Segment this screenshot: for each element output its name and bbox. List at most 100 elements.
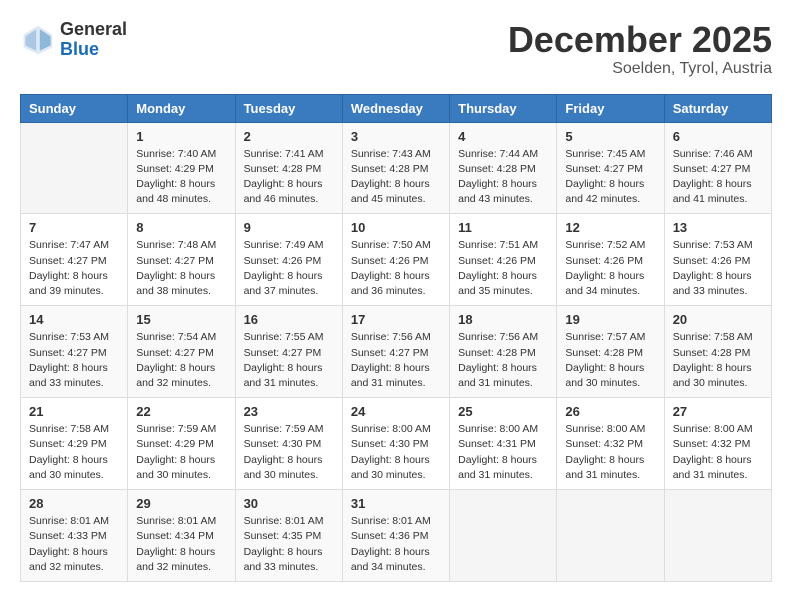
calendar-cell: 22 Sunrise: 7:59 AMSunset: 4:29 PMDayligh… — [128, 398, 235, 490]
month-title: December 2025 — [508, 20, 772, 60]
day-info: Sunrise: 7:57 AMSunset: 4:28 PMDaylight:… — [565, 330, 655, 391]
day-info: Sunrise: 7:50 AMSunset: 4:26 PMDaylight:… — [351, 238, 441, 299]
day-number: 31 — [351, 496, 441, 511]
day-number: 6 — [673, 129, 763, 144]
day-number: 13 — [673, 220, 763, 235]
calendar-cell: 31 Sunrise: 8:01 AMSunset: 4:36 PMDayligh… — [342, 490, 449, 582]
day-number: 21 — [29, 404, 119, 419]
day-info: Sunrise: 8:01 AMSunset: 4:36 PMDaylight:… — [351, 514, 441, 575]
day-number: 15 — [136, 312, 226, 327]
day-info: Sunrise: 7:56 AMSunset: 4:27 PMDaylight:… — [351, 330, 441, 391]
day-info: Sunrise: 7:58 AMSunset: 4:29 PMDaylight:… — [29, 422, 119, 483]
calendar-cell: 16 Sunrise: 7:55 AMSunset: 4:27 PMDayligh… — [235, 306, 342, 398]
day-number: 29 — [136, 496, 226, 511]
calendar-table: SundayMondayTuesdayWednesdayThursdayFrid… — [20, 94, 772, 582]
title-block: December 2025 Soelden, Tyrol, Austria — [508, 20, 772, 78]
calendar-cell: 4 Sunrise: 7:44 AMSunset: 4:28 PMDaylight… — [450, 122, 557, 214]
calendar-cell: 7Sunrise: 7:47 AMSunset: 4:27 PMDaylight… — [21, 214, 128, 306]
calendar-cell: 8 Sunrise: 7:48 AMSunset: 4:27 PMDaylight… — [128, 214, 235, 306]
calendar-header-row: SundayMondayTuesdayWednesdayThursdayFrid… — [21, 94, 772, 122]
day-number: 18 — [458, 312, 548, 327]
calendar-cell: 13 Sunrise: 7:53 AMSunset: 4:26 PMDayligh… — [664, 214, 771, 306]
calendar-week-row: 1Sunrise: 7:40 AMSunset: 4:29 PMDaylight… — [21, 122, 772, 214]
day-info: Sunrise: 8:00 AMSunset: 4:30 PMDaylight:… — [351, 422, 441, 483]
calendar-cell: 20Sunrise: 7:58 AMSunset: 4:28 PMDayligh… — [664, 306, 771, 398]
location: Soelden, Tyrol, Austria — [508, 60, 772, 78]
column-header-monday: Monday — [128, 94, 235, 122]
day-number: 10 — [351, 220, 441, 235]
day-number: 9 — [244, 220, 334, 235]
logo-text: General Blue — [60, 20, 127, 60]
day-number: 16 — [244, 312, 334, 327]
column-header-tuesday: Tuesday — [235, 94, 342, 122]
day-info: Sunrise: 7:52 AMSunset: 4:26 PMDaylight:… — [565, 238, 655, 299]
day-number: 22 — [136, 404, 226, 419]
day-number: 28 — [29, 496, 119, 511]
calendar-cell: 5 Sunrise: 7:45 AMSunset: 4:27 PMDaylight… — [557, 122, 664, 214]
day-info: Sunrise: 7:58 AMSunset: 4:28 PMDaylight:… — [673, 330, 763, 391]
day-info: Sunrise: 7:48 AMSunset: 4:27 PMDaylight:… — [136, 238, 226, 299]
calendar-week-row: 14Sunrise: 7:53 AMSunset: 4:27 PMDayligh… — [21, 306, 772, 398]
day-number: 24 — [351, 404, 441, 419]
day-info: Sunrise: 7:45 AMSunset: 4:27 PMDaylight:… — [565, 147, 655, 208]
day-number: 1 — [136, 129, 226, 144]
column-header-friday: Friday — [557, 94, 664, 122]
day-info: Sunrise: 8:00 AMSunset: 4:31 PMDaylight:… — [458, 422, 548, 483]
calendar-week-row: 28Sunrise: 8:01 AMSunset: 4:33 PMDayligh… — [21, 490, 772, 582]
calendar-cell: 29Sunrise: 8:01 AMSunset: 4:34 PMDayligh… — [128, 490, 235, 582]
calendar-week-row: 21 Sunrise: 7:58 AMSunset: 4:29 PMDayligh… — [21, 398, 772, 490]
calendar-cell — [664, 490, 771, 582]
day-number: 14 — [29, 312, 119, 327]
day-number: 4 — [458, 129, 548, 144]
day-info: Sunrise: 7:55 AMSunset: 4:27 PMDaylight:… — [244, 330, 334, 391]
calendar-cell: 3 Sunrise: 7:43 AMSunset: 4:28 PMDaylight… — [342, 122, 449, 214]
calendar-cell: 1Sunrise: 7:40 AMSunset: 4:29 PMDaylight… — [128, 122, 235, 214]
calendar-cell: 6 Sunrise: 7:46 AMSunset: 4:27 PMDaylight… — [664, 122, 771, 214]
day-info: Sunrise: 7:54 AMSunset: 4:27 PMDaylight:… — [136, 330, 226, 391]
calendar-cell: 23 Sunrise: 7:59 AMSunset: 4:30 PMDayligh… — [235, 398, 342, 490]
day-info: Sunrise: 8:00 AMSunset: 4:32 PMDaylight:… — [673, 422, 763, 483]
calendar-cell: 15 Sunrise: 7:54 AMSunset: 4:27 PMDayligh… — [128, 306, 235, 398]
logo-icon — [20, 22, 56, 58]
calendar-cell: 25Sunrise: 8:00 AMSunset: 4:31 PMDayligh… — [450, 398, 557, 490]
day-number: 5 — [565, 129, 655, 144]
day-info: Sunrise: 7:59 AMSunset: 4:29 PMDaylight:… — [136, 422, 226, 483]
day-number: 23 — [244, 404, 334, 419]
day-info: Sunrise: 7:44 AMSunset: 4:28 PMDaylight:… — [458, 147, 548, 208]
day-number: 17 — [351, 312, 441, 327]
day-info: Sunrise: 7:46 AMSunset: 4:27 PMDaylight:… — [673, 147, 763, 208]
day-info: Sunrise: 7:43 AMSunset: 4:28 PMDaylight:… — [351, 147, 441, 208]
calendar-cell: 21 Sunrise: 7:58 AMSunset: 4:29 PMDayligh… — [21, 398, 128, 490]
day-info: Sunrise: 7:51 AMSunset: 4:26 PMDaylight:… — [458, 238, 548, 299]
calendar-cell: 26Sunrise: 8:00 AMSunset: 4:32 PMDayligh… — [557, 398, 664, 490]
column-header-thursday: Thursday — [450, 94, 557, 122]
calendar-cell: 12 Sunrise: 7:52 AMSunset: 4:26 PMDayligh… — [557, 214, 664, 306]
day-info: Sunrise: 7:49 AMSunset: 4:26 PMDaylight:… — [244, 238, 334, 299]
day-number: 19 — [565, 312, 655, 327]
calendar-cell — [21, 122, 128, 214]
day-number: 2 — [244, 129, 334, 144]
calendar-cell: 27Sunrise: 8:00 AMSunset: 4:32 PMDayligh… — [664, 398, 771, 490]
day-number: 8 — [136, 220, 226, 235]
day-info: Sunrise: 7:47 AMSunset: 4:27 PMDaylight:… — [29, 238, 119, 299]
calendar-cell: 17 Sunrise: 7:56 AMSunset: 4:27 PMDayligh… — [342, 306, 449, 398]
calendar-cell: 14Sunrise: 7:53 AMSunset: 4:27 PMDayligh… — [21, 306, 128, 398]
calendar-cell — [450, 490, 557, 582]
calendar-cell: 11 Sunrise: 7:51 AMSunset: 4:26 PMDayligh… — [450, 214, 557, 306]
calendar-cell: 30 Sunrise: 8:01 AMSunset: 4:35 PMDayligh… — [235, 490, 342, 582]
calendar-cell: 10 Sunrise: 7:50 AMSunset: 4:26 PMDayligh… — [342, 214, 449, 306]
day-info: Sunrise: 8:00 AMSunset: 4:32 PMDaylight:… — [565, 422, 655, 483]
day-info: Sunrise: 8:01 AMSunset: 4:35 PMDaylight:… — [244, 514, 334, 575]
calendar-cell: 24 Sunrise: 8:00 AMSunset: 4:30 PMDayligh… — [342, 398, 449, 490]
day-number: 11 — [458, 220, 548, 235]
day-info: Sunrise: 7:53 AMSunset: 4:26 PMDaylight:… — [673, 238, 763, 299]
day-info: Sunrise: 7:41 AMSunset: 4:28 PMDaylight:… — [244, 147, 334, 208]
day-number: 12 — [565, 220, 655, 235]
day-number: 30 — [244, 496, 334, 511]
calendar-cell: 2 Sunrise: 7:41 AMSunset: 4:28 PMDaylight… — [235, 122, 342, 214]
column-header-saturday: Saturday — [664, 94, 771, 122]
page-header: General Blue December 2025 Soelden, Tyro… — [20, 20, 772, 78]
day-info: Sunrise: 7:59 AMSunset: 4:30 PMDaylight:… — [244, 422, 334, 483]
calendar-cell: 9 Sunrise: 7:49 AMSunset: 4:26 PMDaylight… — [235, 214, 342, 306]
day-number: 3 — [351, 129, 441, 144]
